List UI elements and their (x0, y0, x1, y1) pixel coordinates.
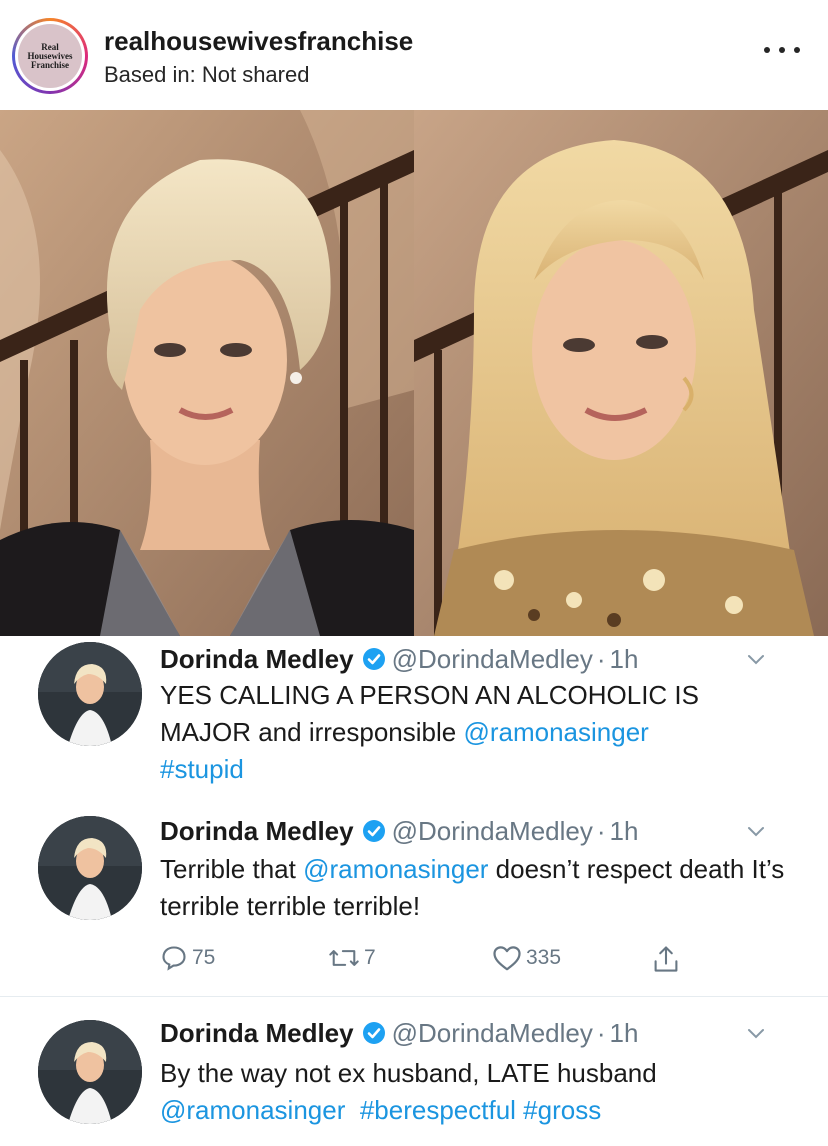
share-button[interactable] (652, 944, 680, 974)
tweet-timestamp[interactable]: 1h (610, 816, 639, 846)
tweet-text: By the way not ex husband, LATE husband … (160, 1055, 790, 1129)
verified-badge-icon (362, 820, 385, 842)
chevron-down-icon[interactable] (746, 650, 766, 670)
tweet-timestamp[interactable]: 1h (610, 1018, 639, 1048)
tweet-separator: · (596, 1018, 606, 1048)
mention-link[interactable]: @ramonasinger (303, 854, 488, 884)
post-header: Real Housewives Franchise realhousewives… (0, 0, 828, 110)
tweet-author-avatar[interactable] (38, 816, 142, 920)
tweet-text: Terrible that @ramonasinger doesn’t resp… (160, 851, 790, 925)
tweet-author-handle[interactable]: @DorindaMedley (392, 816, 593, 846)
tweet-author-avatar[interactable] (38, 1020, 142, 1124)
tweet-header: Dorinda Medley @DorindaMedley · 1h (160, 815, 638, 847)
tweet-header: Dorinda Medley @DorindaMedley · 1h (160, 1017, 638, 1049)
like-button[interactable]: 335 (492, 944, 561, 972)
mention-link[interactable]: @ramonasinger (160, 1095, 345, 1125)
tweet-actions: 75 7 335 (160, 944, 700, 978)
reply-icon (162, 946, 186, 971)
reply-count: 75 (192, 946, 216, 969)
like-heart-icon (493, 946, 521, 971)
account-username[interactable]: realhousewivesfranchise (104, 26, 413, 57)
retweet-count: 7 (364, 946, 376, 969)
tweet-author-name[interactable]: Dorinda Medley (160, 1018, 354, 1048)
tweet-text: YES CALLING A PERSON AN ALCOHOLIC IS MAJ… (160, 677, 790, 788)
chevron-down-icon[interactable] (746, 822, 766, 842)
post-location[interactable]: Based in: Not shared (104, 62, 309, 88)
account-logo: Real Housewives Franchise (18, 24, 82, 88)
tweet-author-name[interactable]: Dorinda Medley (160, 644, 354, 674)
verified-badge-icon (362, 1022, 385, 1044)
tweet-separator: · (596, 816, 606, 846)
retweet-icon (329, 950, 359, 966)
share-icon (654, 946, 678, 972)
chevron-down-icon[interactable] (746, 1024, 766, 1044)
like-count: 335 (526, 946, 562, 969)
photo-right (414, 110, 828, 636)
verified-badge-icon (362, 648, 385, 670)
tweet-header: Dorinda Medley @DorindaMedley · 1h (160, 643, 638, 675)
more-options-icon[interactable] (764, 40, 800, 60)
retweet-button[interactable]: 7 (328, 944, 376, 972)
tweet-author-name[interactable]: Dorinda Medley (160, 816, 354, 846)
hashtag-link[interactable]: #berespectful (360, 1095, 516, 1125)
hashtag-link[interactable]: #gross (523, 1095, 601, 1125)
reply-button[interactable]: 75 (160, 944, 215, 972)
tweet-separator: · (596, 644, 606, 674)
tweet-author-handle[interactable]: @DorindaMedley (392, 1018, 593, 1048)
photo-left (0, 110, 414, 636)
tweet-text-body: Terrible that (160, 854, 304, 884)
tweet-timestamp[interactable]: 1h (610, 644, 639, 674)
logo-text-line3: Franchise (31, 59, 69, 70)
tweet-divider (0, 996, 828, 997)
hashtag-link[interactable]: #stupid (160, 754, 244, 784)
tweet-author-avatar[interactable] (38, 642, 142, 746)
account-avatar[interactable]: Real Housewives Franchise (12, 18, 88, 94)
tweet-author-handle[interactable]: @DorindaMedley (392, 644, 593, 674)
mention-link[interactable]: @ramonasinger (463, 717, 648, 747)
tweet-text-body: By the way not ex husband, LATE husband (160, 1058, 657, 1088)
